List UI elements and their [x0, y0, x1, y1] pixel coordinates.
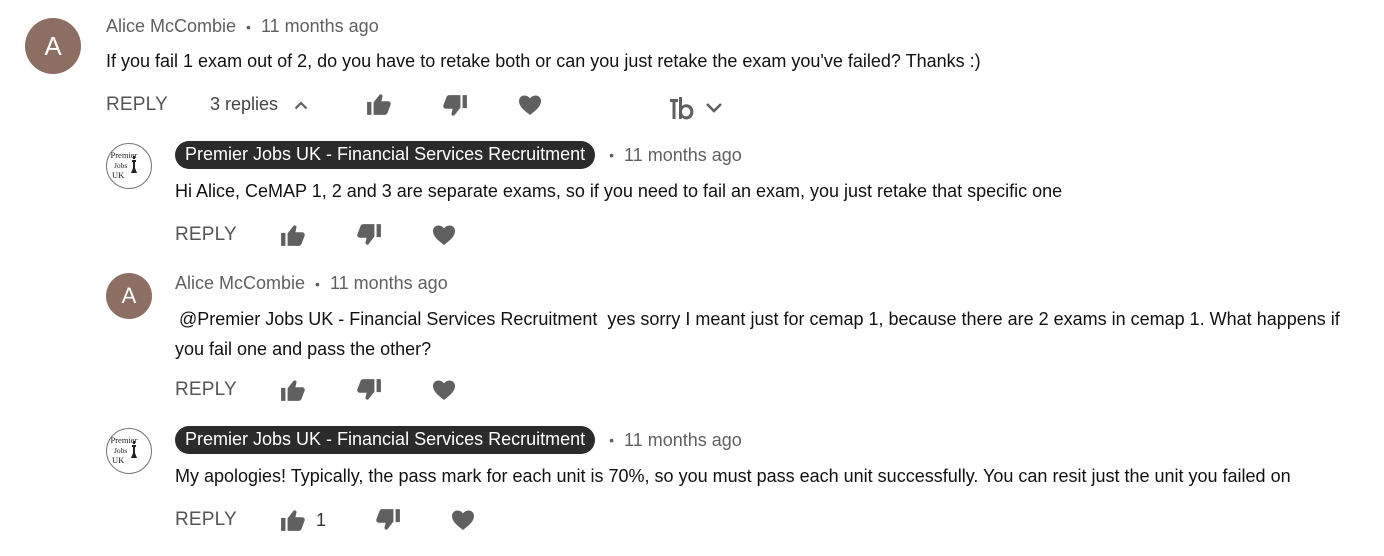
reply-button[interactable]: REPLY [175, 379, 237, 401]
comment-text-line-2: you fail one and pass the other? [175, 339, 432, 359]
thumbs-down-icon[interactable] [356, 378, 382, 402]
chevron-up-icon [294, 94, 308, 115]
thumbs-down-icon[interactable] [356, 223, 382, 247]
comment-text: My apologies! Typically, the pass mark f… [175, 466, 1291, 486]
reply-button[interactable]: REPLY [106, 94, 168, 116]
author-name[interactable]: Alice McCombie [106, 16, 236, 37]
avatar-letter: A [121, 283, 137, 308]
comment-header: Alice McCombie • 11 months ago [106, 16, 379, 37]
thumbs-up-icon[interactable] [280, 223, 306, 247]
heart-icon[interactable] [432, 224, 456, 246]
separator-dot: • [246, 18, 251, 35]
replies-count-label: 3 replies [210, 94, 279, 114]
premier-jobs-logo: Premier Jobs UK [111, 150, 138, 180]
reply-comment: A Alice McCombie • 11 months ago @Premie… [0, 260, 1384, 420]
author-chip[interactable]: Premier Jobs UK - Financial Services Rec… [175, 141, 596, 169]
thumbs-up-icon[interactable] [280, 378, 306, 402]
like-count: 1 [316, 510, 327, 530]
reply-comment: Premier Jobs UK Premier Jobs UK - Financ… [0, 420, 1384, 556]
thumbs-up-icon[interactable] [280, 508, 306, 532]
avatar-letter: A [44, 30, 62, 61]
avatar[interactable]: Premier Jobs UK [106, 428, 152, 474]
heart-icon[interactable] [518, 94, 542, 116]
chevron-down-icon[interactable] [705, 102, 723, 114]
reply-comment: Premier Jobs UK Premier Jobs UK - Financ… [0, 135, 1384, 260]
comment-header: Premier Jobs UK - Financial Services Rec… [175, 141, 742, 169]
comment-actions: REPLY [175, 220, 237, 250]
comment-thread: A Alice McCombie • 11 months ago If you … [0, 0, 1384, 556]
premier-jobs-logo: Premier Jobs UK [111, 435, 138, 465]
avatar[interactable]: Premier Jobs UK [106, 143, 152, 189]
separator-dot: • [609, 432, 615, 448]
comment-actions: REPLY [175, 375, 237, 405]
tubebuddy-icon[interactable] [668, 95, 700, 121]
logo-text-uk: UK [112, 455, 125, 465]
avatar[interactable]: A [106, 273, 152, 319]
logo-text-jobs: Jobs [114, 446, 127, 455]
timestamp[interactable]: 11 months ago [330, 273, 448, 294]
logo-text-uk: UK [112, 170, 125, 180]
reply-button[interactable]: REPLY [175, 509, 237, 531]
thumbs-down-icon[interactable] [442, 94, 468, 118]
author-name[interactable]: Alice McCombie [175, 273, 305, 294]
logo-text-jobs: Jobs [114, 161, 127, 170]
comment-actions: REPLY [106, 90, 746, 120]
heart-icon[interactable] [451, 509, 475, 531]
avatar[interactable]: A [25, 18, 81, 74]
main-comment: A Alice McCombie • 11 months ago If you … [0, 0, 1384, 135]
comment-actions: REPLY [175, 505, 237, 535]
comment-header: Premier Jobs UK - Financial Services Rec… [175, 426, 742, 454]
separator-dot: • [315, 275, 320, 292]
heart-icon[interactable] [432, 379, 456, 401]
timestamp[interactable]: 11 months ago [624, 145, 742, 166]
reply-button[interactable]: REPLY [175, 224, 237, 246]
replies-toggle-button[interactable]: 3 replies [210, 94, 308, 115]
comment-text: Hi Alice, CeMAP 1, 2 and 3 are separate … [175, 181, 1063, 201]
timestamp[interactable]: 11 months ago [624, 430, 742, 451]
author-chip[interactable]: Premier Jobs UK - Financial Services Rec… [175, 426, 596, 454]
comment-header: Alice McCombie • 11 months ago [175, 273, 448, 294]
thumbs-down-icon[interactable] [375, 508, 401, 532]
comment-text: If you fail 1 exam out of 2, do you have… [106, 51, 981, 71]
separator-dot: • [609, 147, 615, 163]
timestamp[interactable]: 11 months ago [261, 16, 379, 37]
thumbs-up-icon[interactable] [366, 92, 392, 116]
